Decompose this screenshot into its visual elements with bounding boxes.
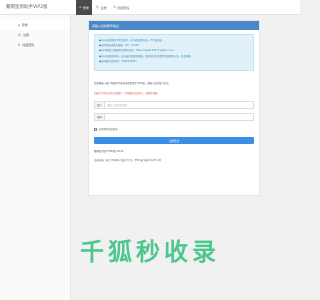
watermark-logo: 千狐秒收录 — [80, 238, 220, 266]
remember-label: 记住我的登录状态 — [98, 128, 118, 131]
sidebar-item-label: 找回密码 — [22, 43, 35, 47]
user-icon: ☺ — [18, 32, 22, 37]
environment-text: 当前环境：执行 MySQL 查询 15 次，PHP 运行耗时 2.65 S 秒 — [94, 159, 162, 162]
panel-title: 请输入您的账号信息 — [89, 21, 259, 30]
top-nav: ⌂ 登录 ☺ 注册 ⚲ 找回密码 — [76, 0, 133, 15]
search-icon: ⚲ — [18, 42, 21, 47]
search-icon: ⚲ — [113, 5, 116, 9]
login-button[interactable]: 立即登录 — [94, 137, 254, 144]
version-text: 聚网签到助手VIP2版 V6.52 — [94, 150, 124, 153]
account-field: 账户 — [94, 101, 254, 109]
topnav-item-label: 找回密码 — [117, 5, 130, 10]
remember-me[interactable]: 记住我的登录状态 — [94, 127, 254, 131]
topnav-item-login[interactable]: ⌂ 登录 — [76, 0, 93, 15]
sidebar-item-label: 注册 — [23, 33, 30, 37]
topnav-item-register[interactable]: ☺ 注册 — [92, 0, 110, 15]
topnav-item-label: 登录 — [82, 5, 89, 10]
register-warning: 如账户不存在请先注册账户（不填则自动识别），或联系客服： — [94, 92, 160, 95]
topnav-item-recover[interactable]: ⚲ 找回密码 — [110, 0, 133, 15]
account-input[interactable] — [105, 102, 253, 108]
account-label: 账户 — [95, 102, 105, 108]
user-icon: ☺ — [95, 5, 100, 9]
home-icon: ⌂ — [79, 5, 82, 9]
home-icon: ⌂ — [18, 22, 20, 27]
top-bar: 聚网签到助手VIP2版 ⌂ 登录 ☺ 注册 ⚲ 找回密码 — [0, 0, 300, 15]
sidebar-item-login[interactable]: ⌂ 登录 — [0, 20, 70, 30]
sidebar-item-register[interactable]: ☺ 注册 — [0, 30, 70, 40]
password-label: 密码 — [95, 114, 105, 120]
sidebar-item-label: 登录 — [21, 23, 28, 27]
sidebar-item-recover[interactable]: ⚲ 找回密码 — [0, 40, 70, 50]
remember-checkbox[interactable] — [94, 127, 97, 131]
password-field: 密码 — [94, 113, 254, 121]
notice-line: ●如有疑问请加QQ：2060234627 — [99, 59, 137, 63]
login-tip: 您需要输入账户和密码才能使用签到助手VIP2版，请输入您的账号信息 — [94, 82, 169, 85]
notice-alert: ●vip功能请购买VIP后使用，可开通/续费年度一个月使用权 ●如需帮助请联系客… — [94, 34, 254, 71]
login-panel: 请输入您的账号信息 ●vip功能请购买VIP后使用，可开通/续费年度一个月使用权… — [88, 20, 260, 196]
topnav-item-label: 注册 — [100, 5, 107, 10]
password-input[interactable] — [105, 114, 253, 120]
app-brand[interactable]: 聚网签到助手VIP2版 — [6, 4, 47, 10]
